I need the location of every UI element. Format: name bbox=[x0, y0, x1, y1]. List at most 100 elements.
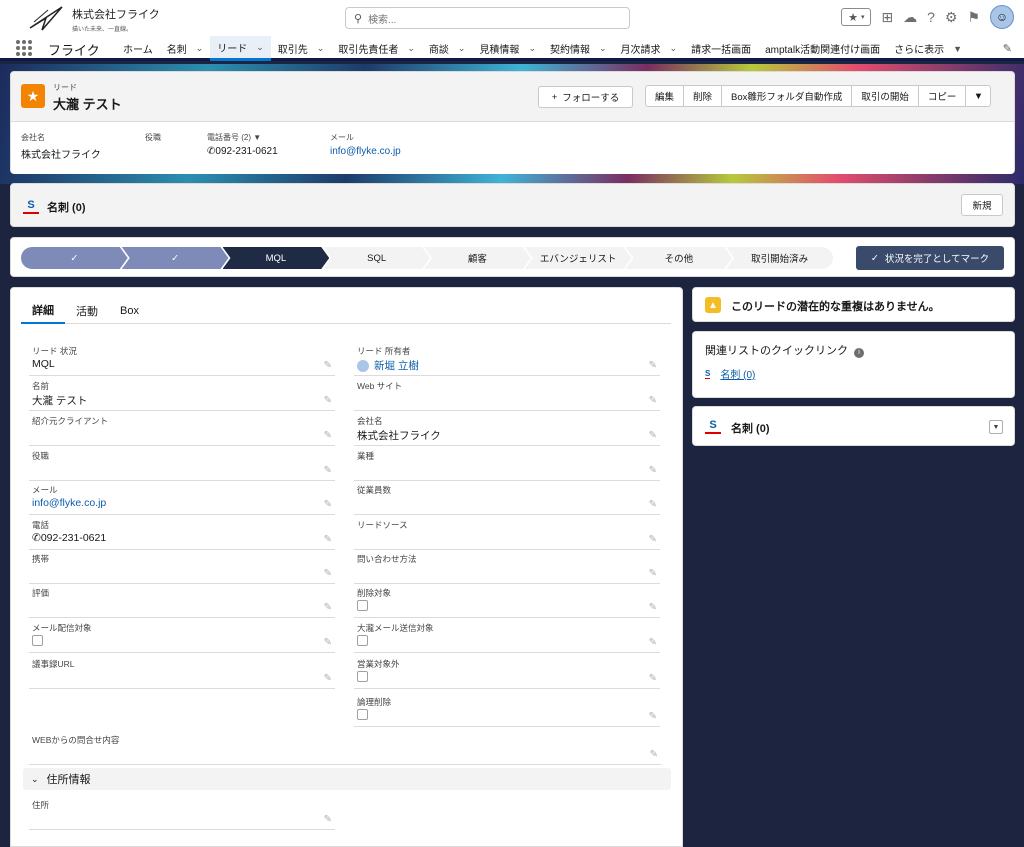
pencil-icon[interactable]: ✎ bbox=[649, 534, 657, 545]
nav-item-accounts[interactable]: 取引先 ⌄ bbox=[271, 36, 332, 61]
field-checkbox[interactable] bbox=[357, 671, 368, 682]
clone-button[interactable]: コピー bbox=[919, 86, 967, 106]
chevron-down-icon[interactable]: ⌄ bbox=[256, 42, 264, 53]
bell-icon[interactable]: ⚑ bbox=[967, 10, 980, 24]
field-checkbox[interactable] bbox=[357, 709, 368, 720]
nav-item-contracts[interactable]: 契約情報 ⌄ bbox=[543, 36, 614, 61]
app-launcher-icon[interactable] bbox=[16, 40, 32, 56]
path-step[interactable]: SQL bbox=[323, 247, 430, 269]
change-owner-icon[interactable]: ✎ bbox=[649, 360, 657, 371]
field-row: メール配信対象 ✎ bbox=[29, 619, 335, 653]
path-step[interactable]: 顧客 bbox=[424, 247, 531, 269]
pencil-icon[interactable]: ✎ bbox=[649, 673, 657, 684]
pencil-icon[interactable]: ✎ bbox=[649, 430, 657, 441]
follow-label: フォローする bbox=[562, 93, 620, 104]
field-checkbox[interactable] bbox=[32, 635, 43, 646]
plus-icon: + bbox=[551, 91, 558, 103]
pencil-icon[interactable]: ✎ bbox=[324, 499, 332, 510]
nav-item-quotes[interactable]: 見積情報 ⌄ bbox=[472, 36, 543, 61]
box-folder-button[interactable]: Box雛形フォルダ自動作成 bbox=[722, 86, 853, 106]
pencil-icon[interactable]: ✎ bbox=[324, 465, 332, 476]
nav-item-namecards[interactable]: 名刺 ⌄ bbox=[160, 36, 211, 61]
favorites-button[interactable]: ★ ▾ bbox=[841, 8, 872, 26]
pencil-icon[interactable]: ✎ bbox=[324, 395, 332, 406]
convert-button[interactable]: 取引の開始 bbox=[852, 86, 919, 106]
related-list-title[interactable]: 名刺 (0) bbox=[731, 420, 770, 436]
pencil-icon[interactable]: ✎ bbox=[324, 602, 332, 613]
details-card: 詳細 活動 Box リード 状況 MQL ✎ 名前 大瀧 テスト ✎ 紹介元クライアント ✎ 役… bbox=[10, 287, 683, 847]
highlight-value[interactable]: ✆092-231-0621 bbox=[207, 146, 278, 157]
path-step[interactable]: その他 bbox=[626, 247, 733, 269]
global-search[interactable]: ⚲ 検索... bbox=[345, 7, 630, 29]
pencil-icon[interactable]: ✎ bbox=[324, 568, 332, 579]
question-icon[interactable]: ? bbox=[927, 10, 935, 24]
namecard-title[interactable]: 名刺 (0) bbox=[47, 199, 86, 215]
field-label: リードソース bbox=[357, 520, 408, 530]
gear-icon[interactable]: ⚙ bbox=[945, 10, 958, 24]
address-section-header[interactable]: ⌄ 住所情報 bbox=[23, 768, 671, 790]
nav-item-more[interactable]: さらに表示 ▼ bbox=[887, 36, 969, 61]
pencil-icon[interactable]: ✎ bbox=[649, 465, 657, 476]
avatar[interactable]: ☺ bbox=[990, 5, 1014, 29]
nav-item-amptalk[interactable]: amptalk活動関連付け画面 bbox=[758, 36, 887, 61]
field-value-text[interactable]: info@flyke.co.jp bbox=[32, 497, 106, 509]
path-step[interactable]: 取引開始済み bbox=[726, 247, 833, 269]
chevron-down-icon[interactable]: ⌄ bbox=[407, 43, 415, 54]
plus-icon[interactable]: ⊞ bbox=[881, 10, 893, 24]
chevron-down-icon[interactable]: ⌄ bbox=[317, 43, 325, 54]
field-checkbox[interactable] bbox=[357, 600, 368, 611]
tab-details[interactable]: 詳細 bbox=[21, 298, 65, 324]
quicklink-namecard[interactable]: 名刺 (0) bbox=[720, 366, 755, 381]
nav-item-home[interactable]: ホーム bbox=[116, 36, 160, 61]
edit-button[interactable]: 編集 bbox=[646, 86, 685, 106]
pencil-icon[interactable]: ✎ bbox=[1003, 42, 1012, 55]
pencil-icon[interactable]: ✎ bbox=[649, 602, 657, 613]
field-checkbox[interactable] bbox=[357, 635, 368, 646]
header-tools: ★ ▾ ⊞ ☁ ? ⚙ ⚑ ☺ bbox=[841, 5, 1014, 29]
pencil-icon[interactable]: ✎ bbox=[649, 568, 657, 579]
nav-item-contacts[interactable]: 取引先責任者 ⌄ bbox=[331, 36, 422, 61]
new-button[interactable]: 新規 bbox=[961, 194, 1003, 216]
pencil-icon[interactable]: ✎ bbox=[649, 395, 657, 406]
pencil-icon[interactable]: ✎ bbox=[324, 430, 332, 441]
path-step[interactable]: エバンジェリスト bbox=[525, 247, 632, 269]
follow-button[interactable]: + フォローする bbox=[538, 86, 633, 108]
chevron-down-icon[interactable]: ⌄ bbox=[670, 43, 678, 54]
nav-item-bulk-billing[interactable]: 請求一括画面 bbox=[684, 36, 758, 61]
nav-item-leads[interactable]: リード ⌄ bbox=[210, 36, 271, 61]
path-step[interactable]: ✓ bbox=[21, 247, 128, 269]
nav-item-monthly-billing[interactable]: 月次請求 ⌄ bbox=[614, 36, 685, 61]
field-value-text[interactable]: 新堀 立樹 bbox=[374, 358, 419, 373]
field-row: 従業員数 ✎ bbox=[354, 481, 660, 515]
chevron-down-icon[interactable]: ⌄ bbox=[528, 43, 536, 54]
tab-activity[interactable]: 活動 bbox=[65, 298, 109, 324]
tab-box[interactable]: Box bbox=[109, 298, 150, 324]
company-logo[interactable] bbox=[28, 4, 66, 32]
info-icon[interactable]: i bbox=[854, 348, 864, 358]
mark-complete-button[interactable]: ✓ 状況を完了としてマーク bbox=[856, 246, 1004, 270]
pencil-icon[interactable]: ✎ bbox=[324, 534, 332, 545]
path-step[interactable]: ✓ bbox=[122, 247, 229, 269]
pencil-icon[interactable]: ✎ bbox=[650, 749, 658, 760]
field-row: リード 所有者 新堀 立樹 ✎ bbox=[354, 342, 660, 376]
path-step[interactable]: MQL bbox=[223, 247, 330, 269]
nav-item-opportunities[interactable]: 商談 ⌄ bbox=[422, 36, 473, 61]
pencil-icon[interactable]: ✎ bbox=[649, 711, 657, 722]
pencil-icon[interactable]: ✎ bbox=[324, 360, 332, 371]
pencil-icon[interactable]: ✎ bbox=[324, 814, 332, 825]
caret-down-icon[interactable]: ▼ bbox=[253, 133, 261, 142]
phone-count-label: 電話番号 (2) bbox=[207, 133, 251, 142]
pencil-icon[interactable]: ✎ bbox=[324, 637, 332, 648]
pencil-icon[interactable]: ✎ bbox=[649, 637, 657, 648]
more-actions-button[interactable]: ▼ bbox=[966, 86, 990, 106]
path-step-label: 顧客 bbox=[467, 254, 487, 265]
cloud-icon[interactable]: ☁ bbox=[903, 10, 917, 24]
related-list-menu-button[interactable]: ▼ bbox=[989, 420, 1003, 434]
pencil-icon[interactable]: ✎ bbox=[649, 499, 657, 510]
chevron-down-icon[interactable]: ⌄ bbox=[458, 43, 466, 54]
chevron-down-icon[interactable]: ⌄ bbox=[599, 43, 607, 54]
chevron-down-icon[interactable]: ⌄ bbox=[196, 43, 204, 54]
email-link[interactable]: info@flyke.co.jp bbox=[330, 146, 401, 157]
pencil-icon[interactable]: ✎ bbox=[324, 673, 332, 684]
delete-button[interactable]: 削除 bbox=[684, 86, 723, 106]
